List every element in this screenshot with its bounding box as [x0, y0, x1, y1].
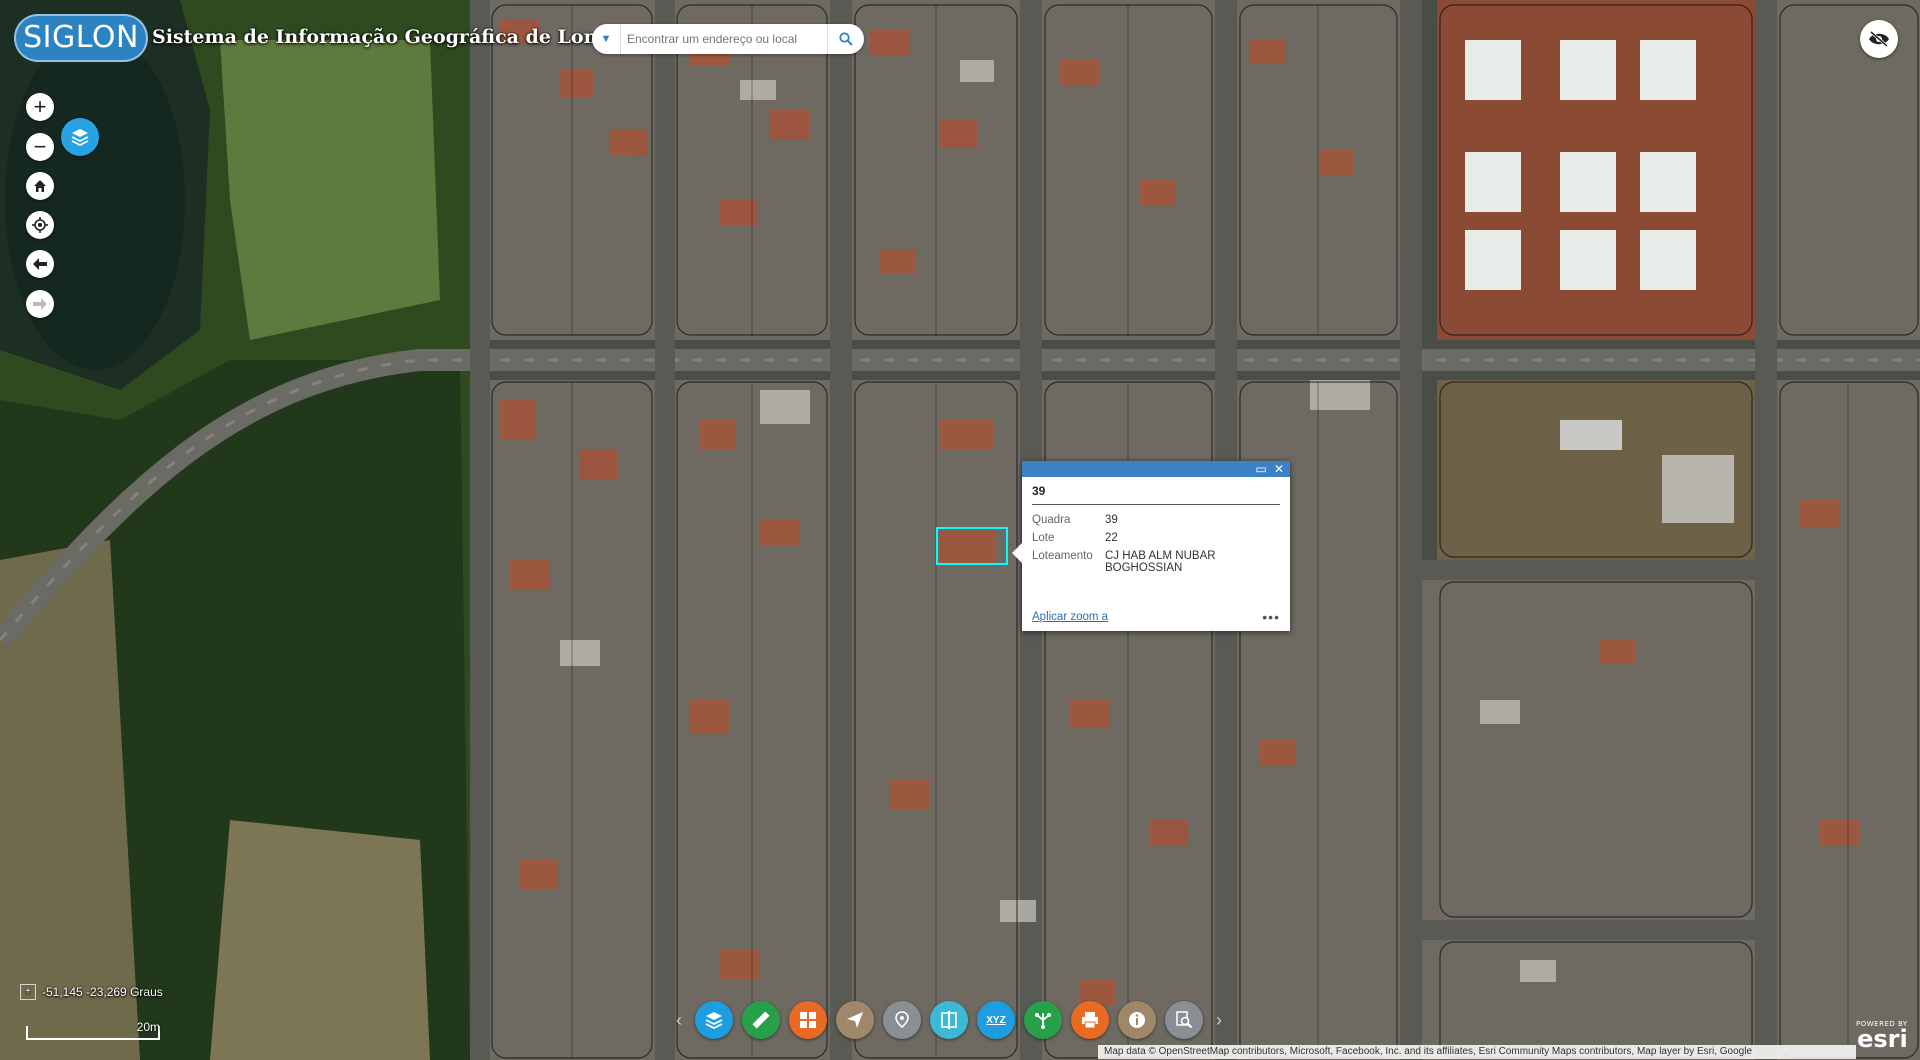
measure-tool[interactable]	[742, 1001, 780, 1039]
esri-logo[interactable]: POWERED BY esri	[1856, 1020, 1908, 1053]
siglon-logo[interactable]: SIGLON	[14, 14, 148, 62]
map-attribution[interactable]: Map data © OpenStreetMap contributors, M…	[1098, 1045, 1856, 1059]
search-icon	[839, 32, 853, 46]
swipe-icon	[941, 1011, 957, 1029]
zoom-to-link[interactable]: Aplicar zoom a	[1032, 611, 1108, 623]
locate-button[interactable]	[26, 211, 54, 239]
home-icon	[34, 180, 46, 192]
attribute-value: 22	[1105, 532, 1118, 544]
search-button[interactable]	[827, 24, 864, 54]
layers-icon	[705, 1012, 723, 1030]
location-tool[interactable]	[883, 1001, 921, 1039]
chevron-down-icon: ▼	[600, 33, 612, 45]
minus-icon: −	[33, 134, 47, 159]
search-document-icon	[1176, 1011, 1193, 1029]
layers-tool[interactable]	[695, 1001, 733, 1039]
basemap-gallery-tool[interactable]	[789, 1001, 827, 1039]
app-title: Sistema de Informação Geográfica de Lond…	[152, 26, 655, 48]
plus-icon: +	[33, 94, 47, 119]
toolbar-next-arrow[interactable]: ›	[1212, 1010, 1226, 1031]
attribute-row: Loteamento CJ HAB ALM NUBAR BOGHOSSIAN	[1032, 547, 1285, 577]
attribute-row: Quadra 39	[1032, 511, 1285, 529]
search-source-dropdown[interactable]: ▼	[592, 24, 621, 54]
satellite-map[interactable]	[0, 0, 1920, 1060]
xyz-icon: XYZ	[986, 1014, 1006, 1026]
info-tool[interactable]	[1118, 1001, 1156, 1039]
feature-popup: ▭ ✕ 39 Quadra 39 Lote 22 Loteamento CJ H…	[1012, 461, 1290, 631]
eye-slash-icon	[1869, 31, 1889, 47]
coordinate-display: + -51,145 -23,269 Graus	[20, 984, 163, 1000]
zoom-out-button[interactable]: −	[26, 133, 54, 161]
esri-brand: esri	[1857, 1025, 1908, 1053]
popup-footer: Aplicar zoom a •••	[1032, 609, 1280, 625]
popup-pointer	[1012, 543, 1022, 563]
ruler-icon	[752, 1011, 770, 1029]
forward-arrow-icon	[33, 298, 47, 310]
share-tool[interactable]	[1024, 1001, 1062, 1039]
xyz-tool[interactable]: XYZ	[977, 1001, 1015, 1039]
layers-icon	[71, 129, 89, 147]
share-icon	[1035, 1013, 1051, 1029]
crosshair-icon[interactable]: +	[20, 984, 36, 1000]
attribute-key: Lote	[1032, 532, 1055, 544]
attribute-key: Loteamento	[1032, 550, 1093, 562]
query-tool[interactable]	[1165, 1001, 1203, 1039]
swipe-tool[interactable]	[930, 1001, 968, 1039]
widget-toolbar: ‹ XYZ ›	[672, 998, 1226, 1042]
grid-icon	[800, 1012, 816, 1028]
search-bar: ▼	[592, 24, 864, 54]
popup-header: ▭ ✕	[1022, 461, 1290, 477]
send-icon	[847, 1012, 863, 1028]
attribute-value: 39	[1105, 514, 1118, 526]
print-tool[interactable]	[1071, 1001, 1109, 1039]
scale-label: 20m	[136, 1020, 160, 1034]
next-extent-button[interactable]	[26, 290, 54, 318]
home-button[interactable]	[26, 172, 54, 200]
search-input[interactable]	[621, 26, 827, 52]
maximize-icon[interactable]: ▭	[1254, 462, 1268, 476]
info-icon	[1129, 1012, 1145, 1028]
scale-bar: 20m	[26, 1020, 160, 1040]
attribute-row: Lote 22	[1032, 529, 1285, 547]
pin-icon	[895, 1011, 909, 1029]
layer-list-button[interactable]	[61, 118, 99, 156]
popup-title: 39	[1032, 484, 1280, 505]
more-actions-icon[interactable]: •••	[1262, 609, 1280, 625]
popup-attributes-table: Quadra 39 Lote 22 Loteamento CJ HAB ALM …	[1032, 511, 1285, 577]
locate-icon	[32, 217, 48, 233]
zoom-in-button[interactable]: +	[26, 93, 54, 121]
filter-tool[interactable]	[836, 1001, 874, 1039]
toolbar-prev-arrow[interactable]: ‹	[672, 1010, 686, 1031]
back-arrow-icon	[33, 258, 47, 270]
close-icon[interactable]: ✕	[1272, 462, 1286, 476]
printer-icon	[1082, 1012, 1098, 1029]
attribute-value: CJ HAB ALM NUBAR BOGHOSSIAN	[1105, 550, 1216, 574]
coordinate-text: -51,145 -23,269 Graus	[42, 985, 163, 999]
toggle-visibility-button[interactable]	[1860, 20, 1898, 58]
attribute-key: Quadra	[1032, 514, 1071, 526]
previous-extent-button[interactable]	[26, 250, 54, 278]
